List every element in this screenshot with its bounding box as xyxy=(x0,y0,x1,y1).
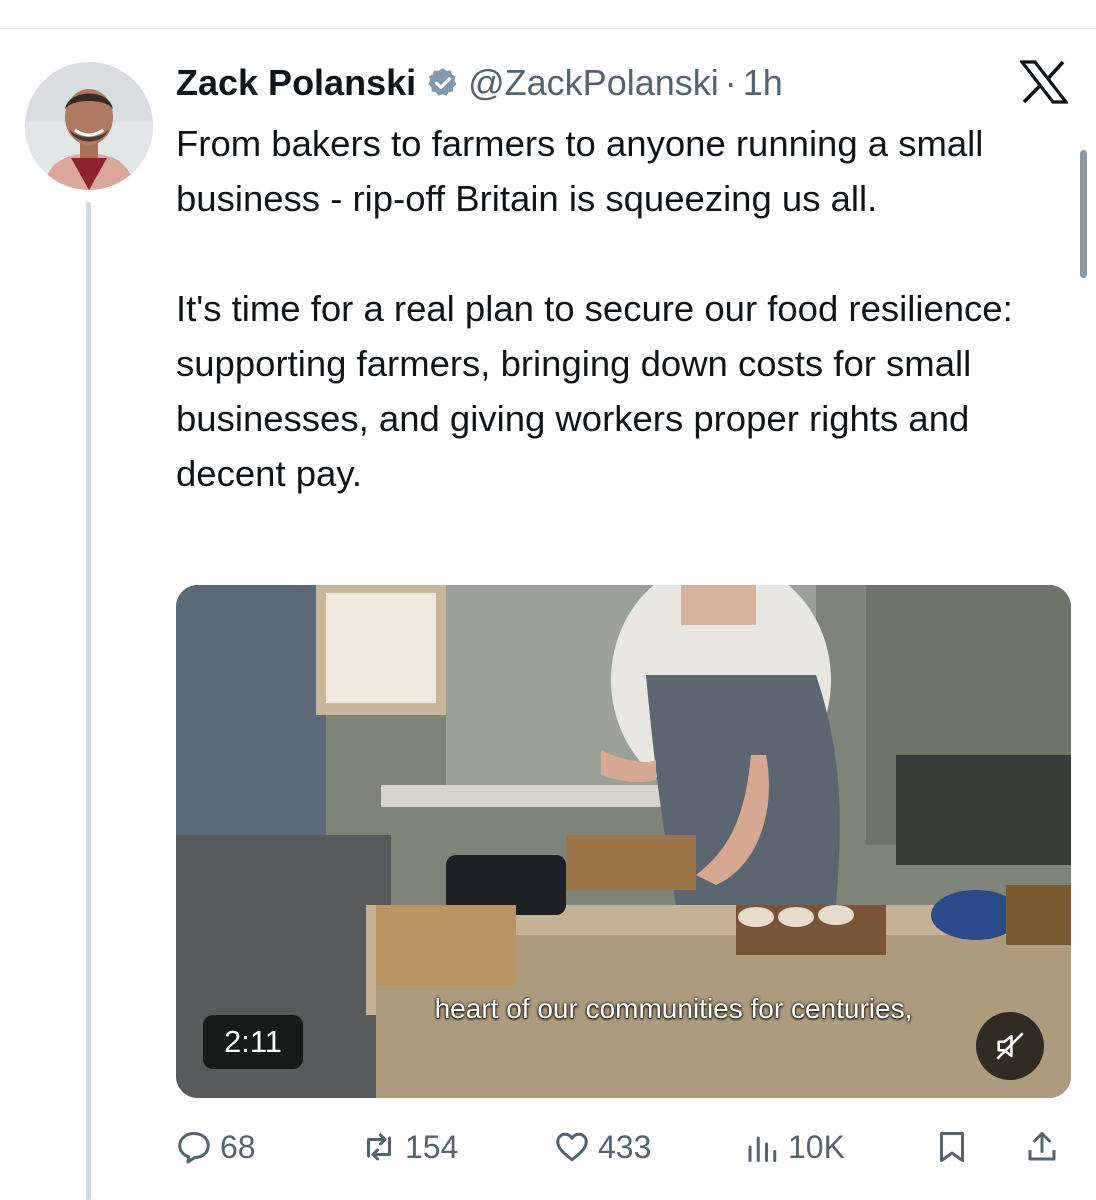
action-bar: 68 154 433 10K xyxy=(176,1122,1071,1172)
reply-icon xyxy=(178,1132,210,1164)
share-icon xyxy=(1028,1132,1056,1161)
author-name[interactable]: Zack Polanski xyxy=(176,62,416,104)
repost-count: 154 xyxy=(405,1128,459,1165)
heart-icon xyxy=(556,1132,588,1162)
views-button[interactable]: 10K xyxy=(744,1122,845,1172)
repost-icon xyxy=(367,1133,391,1161)
profile-photo xyxy=(25,62,153,190)
reply-button[interactable]: 68 xyxy=(176,1122,256,1172)
author-handle[interactable]: @ZackPolanski xyxy=(468,62,719,104)
reply-count: 68 xyxy=(220,1128,256,1165)
like-count: 433 xyxy=(598,1128,652,1165)
like-button[interactable]: 433 xyxy=(554,1122,651,1172)
video-player[interactable]: heart of our communities for centuries, … xyxy=(176,585,1071,1098)
bookmark-button[interactable] xyxy=(934,1122,970,1172)
bookmark-icon xyxy=(940,1132,964,1162)
top-divider xyxy=(0,28,1096,29)
video-subtitle: heart of our communities for centuries, xyxy=(434,993,913,1024)
separator-dot: · xyxy=(724,62,737,103)
bar-chart-icon xyxy=(748,1136,777,1162)
repost-button[interactable]: 154 xyxy=(361,1122,458,1172)
tweet-header: Zack Polanski @ZackPolanski · 1h xyxy=(176,58,783,108)
avatar[interactable] xyxy=(25,62,153,190)
video-duration-badge: 2:11 xyxy=(203,1015,303,1069)
scrollbar[interactable] xyxy=(1080,150,1087,278)
speaker-muted-icon xyxy=(996,1032,1024,1060)
mute-button[interactable] xyxy=(976,1012,1044,1080)
thread-line xyxy=(86,202,91,1200)
tweet-text: From bakers to farmers to anyone running… xyxy=(176,116,1071,501)
timestamp[interactable]: 1h xyxy=(743,62,783,104)
x-logo-icon xyxy=(1020,60,1068,104)
views-count: 10K xyxy=(788,1128,845,1165)
tweet-paragraph-2: It's time for a real plan to secure our … xyxy=(176,288,1013,494)
verified-badge-icon xyxy=(428,68,457,96)
tweet-paragraph-1: From bakers to farmers to anyone running… xyxy=(176,123,984,219)
share-button[interactable] xyxy=(1024,1122,1060,1172)
